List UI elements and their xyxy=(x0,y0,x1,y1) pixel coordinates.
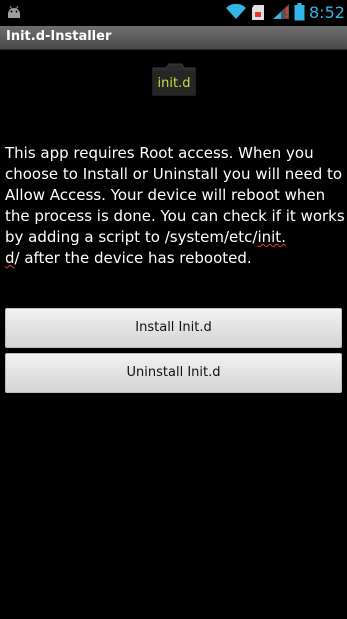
init-d-folder-logo: init.d xyxy=(152,62,196,100)
wifi-icon xyxy=(226,3,246,24)
description-text: This app requires Root access. When you … xyxy=(5,144,345,246)
signal-icon xyxy=(272,3,290,24)
battery-icon xyxy=(294,3,305,25)
uninstall-button[interactable]: Uninstall Init.d xyxy=(5,353,342,393)
status-bar: 8:52 xyxy=(0,0,347,25)
android-icon xyxy=(6,4,22,24)
action-bar: Init.d-Installer xyxy=(0,26,347,50)
root-access-description: This app requires Root access. When you … xyxy=(5,143,347,269)
description-text-end: / after the device has rebooted. xyxy=(14,249,252,267)
sd-card-icon xyxy=(251,4,265,25)
status-clock: 8:52 xyxy=(309,3,345,22)
folder-label: init.d xyxy=(158,76,191,91)
spellcheck-word: init. xyxy=(257,228,286,246)
install-button[interactable]: Install Init.d xyxy=(5,308,342,348)
spellcheck-word: d xyxy=(5,249,15,267)
app-title: Init.d-Installer xyxy=(6,29,112,44)
